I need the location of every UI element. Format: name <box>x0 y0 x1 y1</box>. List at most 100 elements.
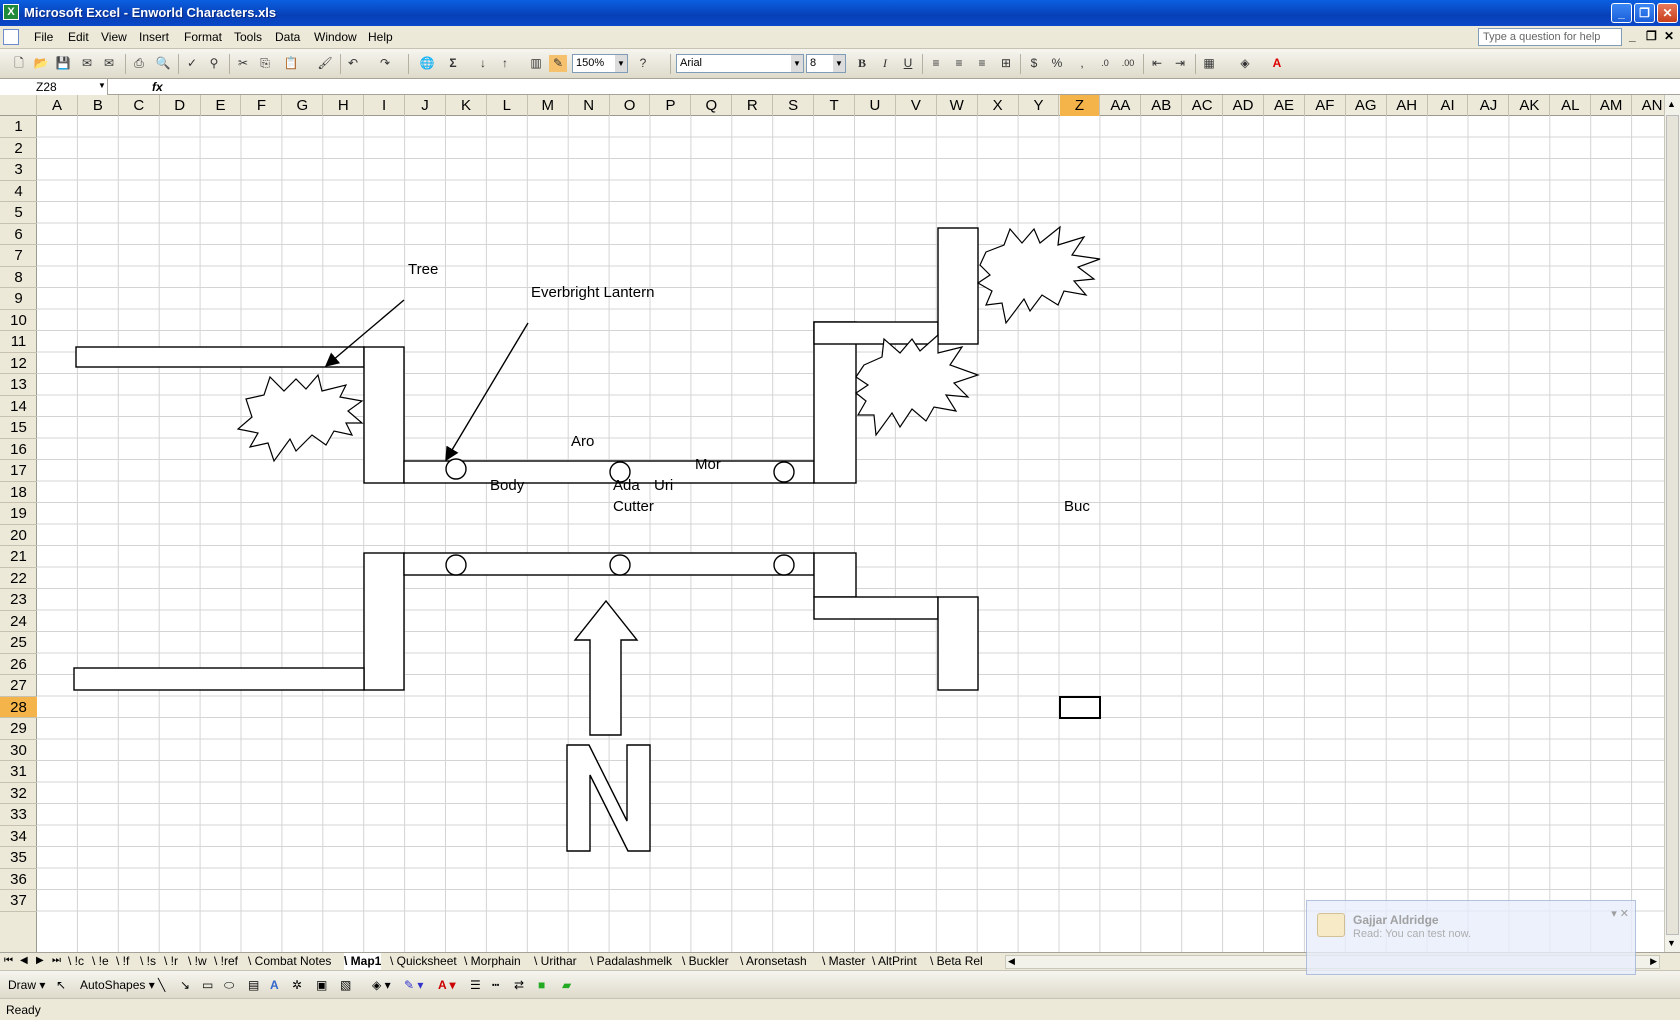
underline-button[interactable]: U <box>899 55 917 72</box>
percent-button[interactable]: % <box>1048 55 1066 72</box>
workbook-icon[interactable] <box>3 29 19 45</box>
font-size-select[interactable]: 8 ▼ <box>806 54 846 73</box>
bold-button[interactable]: B <box>853 55 871 72</box>
minimize-button[interactable]: _ <box>1611 3 1632 23</box>
explosion-shape[interactable] <box>976 225 1101 325</box>
format-painter-icon[interactable]: 🖌 <box>316 55 334 72</box>
label-body[interactable]: Body <box>490 477 524 494</box>
fill-color-draw-icon[interactable]: ◈ ▾ <box>372 978 391 992</box>
sheet-tab-aronsetash[interactable]: \ Aronsetash <box>740 953 807 970</box>
doc-close-icon[interactable]: ✕ <box>1664 29 1674 43</box>
menu-format[interactable]: Format <box>184 30 222 44</box>
line-icon[interactable]: ╲ <box>158 978 165 992</box>
diagram-icon[interactable]: ✲ <box>292 978 302 992</box>
lantern-marker[interactable] <box>445 458 467 480</box>
permission-icon[interactable]: ✉ <box>78 55 96 72</box>
sheet-tab--e[interactable]: \ !e <box>92 953 109 970</box>
wall-segment[interactable] <box>813 552 857 598</box>
sheet-tab--r[interactable]: \ !r <box>164 953 178 970</box>
explosion-shape[interactable] <box>236 373 364 463</box>
sheet-tab--f[interactable]: \ !f <box>116 953 129 970</box>
wall-segment[interactable] <box>73 667 365 691</box>
autoshapes-menu[interactable]: AutoShapes ▾ <box>80 978 155 992</box>
font-color-icon[interactable]: A <box>1268 55 1286 72</box>
cut-icon[interactable]: ✂ <box>234 55 252 72</box>
north-letter-n[interactable] <box>566 744 651 852</box>
menu-insert[interactable]: Insert <box>139 30 169 44</box>
save-icon[interactable]: 💾 <box>54 55 72 72</box>
lantern-callout-arrow[interactable] <box>445 322 529 462</box>
sheet-tab--c[interactable]: \ !c <box>68 953 84 970</box>
doc-minimize-icon[interactable]: _ <box>1629 29 1636 43</box>
name-box-dropdown-icon[interactable]: ▼ <box>98 81 106 90</box>
sort-descending-icon[interactable]: ↑ <box>496 55 514 72</box>
label-everbright-lantern[interactable]: Everbright Lantern <box>531 284 654 301</box>
align-left-icon[interactable]: ≡ <box>927 55 945 72</box>
line-color-icon[interactable]: ✎ ▾ <box>404 978 423 992</box>
sheet-tab-map1[interactable]: \ Map1 <box>344 953 382 970</box>
label-tree[interactable]: Tree <box>408 261 438 278</box>
arrow-style-icon[interactable]: ⇄ <box>514 978 524 992</box>
sheet-tab-urithar[interactable]: \ Urithar <box>534 953 577 970</box>
prev-sheet-icon[interactable]: ◀ <box>20 955 28 966</box>
explosion-shape[interactable] <box>854 333 980 437</box>
last-sheet-icon[interactable]: ⏭ <box>52 955 61 966</box>
undo-icon[interactable]: ↶ <box>344 55 362 72</box>
font-color-draw-icon[interactable]: A ▾ <box>438 978 456 992</box>
name-box[interactable]: Z28 <box>0 79 108 95</box>
label-cutter[interactable]: Cutter <box>613 498 654 515</box>
label-ada[interactable]: Ada <box>613 477 640 494</box>
paste-icon[interactable]: 📋 <box>282 55 300 72</box>
fx-icon[interactable]: fx <box>152 79 163 95</box>
decrease-indent-icon[interactable]: ⇤ <box>1148 55 1166 72</box>
arrow-icon[interactable]: ↘ <box>180 978 190 992</box>
align-right-icon[interactable]: ≡ <box>973 55 991 72</box>
copy-icon[interactable]: ⎘ <box>256 55 274 72</box>
oval-icon[interactable]: ⬭ <box>224 978 234 993</box>
lantern-marker[interactable] <box>773 554 795 576</box>
italic-button[interactable]: I <box>876 55 894 72</box>
picture-icon[interactable]: ▧ <box>340 978 351 992</box>
close-notification-icon[interactable]: ▾ ✕ <box>1611 907 1629 920</box>
merge-center-icon[interactable]: ⊞ <box>997 55 1015 72</box>
sheet-tab--w[interactable]: \ !w <box>188 953 207 970</box>
drawing-icon[interactable]: ✎ <box>549 55 567 72</box>
active-cell[interactable] <box>1058 695 1102 719</box>
email-icon[interactable]: ✉ <box>100 55 118 72</box>
label-mor[interactable]: Mor <box>695 456 721 473</box>
lantern-marker[interactable] <box>773 461 795 483</box>
font-name-select[interactable]: Arial ▼ <box>676 54 804 73</box>
restore-button[interactable]: ❐ <box>1634 3 1655 23</box>
lantern-marker[interactable] <box>445 554 467 576</box>
wall-segment[interactable] <box>363 346 405 484</box>
print-preview-icon[interactable]: 🔍 <box>154 55 172 72</box>
doc-restore-icon[interactable]: ❐ <box>1646 29 1657 43</box>
scroll-right-icon[interactable]: ▶ <box>1650 956 1657 967</box>
menu-edit[interactable]: Edit <box>68 30 89 44</box>
sort-ascending-icon[interactable]: ↓ <box>474 55 492 72</box>
wordart-icon[interactable]: A <box>270 978 279 992</box>
hyperlink-icon[interactable]: 🌐 <box>418 55 436 72</box>
first-sheet-icon[interactable]: ⏮ <box>4 955 13 966</box>
print-icon[interactable]: ⎙ <box>130 55 148 72</box>
increase-decimal-icon[interactable]: .0 <box>1096 55 1114 72</box>
shadow-icon[interactable]: ■ <box>538 978 545 992</box>
zoom-select[interactable]: 150% ▼ <box>572 54 628 73</box>
draw-menu[interactable]: Draw ▾ <box>8 978 45 992</box>
increase-indent-icon[interactable]: ⇥ <box>1171 55 1189 72</box>
decrease-decimal-icon[interactable]: .00 <box>1119 55 1137 72</box>
sheet-tab-combat-notes[interactable]: \ Combat Notes <box>248 953 331 970</box>
sheet-tab-padalashmelk[interactable]: \ Padalashmelk <box>590 953 672 970</box>
open-icon[interactable]: 📂 <box>32 55 50 72</box>
borders-icon[interactable]: ▦ <box>1200 55 1218 72</box>
menu-tools[interactable]: Tools <box>234 30 262 44</box>
help-search-input[interactable]: Type a question for help <box>1478 28 1622 46</box>
menu-help[interactable]: Help <box>368 30 393 44</box>
sheet-tab-altprint[interactable]: \ AltPrint <box>872 953 917 970</box>
menu-window[interactable]: Window <box>314 30 357 44</box>
align-center-icon[interactable]: ≡ <box>950 55 968 72</box>
sheet-tab-buckler[interactable]: \ Buckler <box>682 953 729 970</box>
rectangle-icon[interactable]: ▭ <box>202 978 213 992</box>
menu-file[interactable]: File <box>34 30 53 44</box>
label-buc[interactable]: Buc <box>1064 498 1090 515</box>
